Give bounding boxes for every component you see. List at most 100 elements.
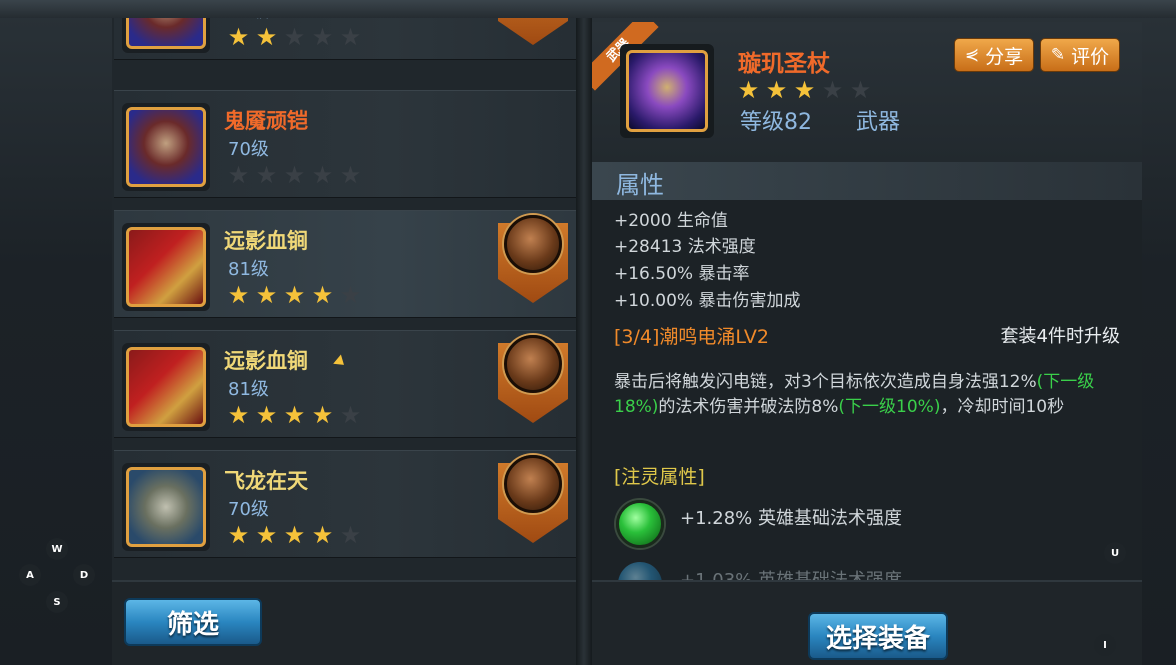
star-icon: ★ <box>283 23 306 51</box>
review-button[interactable]: ✎ 评价 <box>1040 38 1120 72</box>
item-icon-frame <box>122 463 210 551</box>
item-name: 远影血锏 <box>224 349 308 373</box>
detail-stars: ★ ★ ★ ★ ★ <box>736 78 873 102</box>
panel-divider <box>576 18 592 665</box>
list-item[interactable]: 远影血锏 81级 ★ ★ ★ ★ ★ <box>114 210 576 318</box>
key-hint-d: D <box>73 564 95 586</box>
star-icon: ★ <box>255 161 278 189</box>
medal-coin <box>504 215 562 273</box>
select-equipment-button[interactable]: 选择装备 <box>808 612 948 660</box>
list-item[interactable]: 飞龙在天 70级 ★ ★ ★ ★ ★ <box>114 450 576 558</box>
hero-medal-icon <box>498 215 568 305</box>
medal-coin <box>504 335 562 393</box>
equipment-list[interactable]: 70级★★★★★鬼魇顽铠70级★★★★★远影血锏81级★★★★★远影血锏81级★… <box>112 18 576 580</box>
item-name: 鬼魇顽铠 <box>224 109 308 133</box>
detail-header: 武器 璇玑圣杖 ★ ★ ★ ★ ★ 等级82 武器 ⋞ 分享 ✎ 评价 <box>592 22 1142 162</box>
item-level: 70级 <box>228 499 269 520</box>
mace-icon <box>126 227 206 307</box>
star-icon: ★ <box>283 281 306 309</box>
mace-icon <box>126 347 206 427</box>
detail-type: 武器 <box>856 110 901 135</box>
star-icon: ★ <box>283 401 306 429</box>
spirit-attribute: +1.28% 英雄基础法术强度 <box>680 508 902 529</box>
armor-icon <box>126 18 206 49</box>
item-stars: ★ ★ ★ ★ ★ <box>226 163 363 187</box>
star-icon: ★ <box>339 161 362 189</box>
top-rail <box>0 0 1176 18</box>
medal-coin <box>504 455 562 513</box>
hero-medal-icon <box>498 335 568 425</box>
set-desc-next-level: (下一级10%) <box>838 397 941 417</box>
star-icon: ★ <box>311 23 334 51</box>
share-icon: ⋞ <box>964 45 980 65</box>
blue-gem-icon <box>618 562 662 580</box>
star-icon: ★ <box>255 401 278 429</box>
star-icon: ★ <box>227 161 250 189</box>
star-icon: ★ <box>311 161 334 189</box>
star-icon: ★ <box>339 23 362 51</box>
item-icon-frame <box>122 223 210 311</box>
star-icon: ★ <box>339 521 362 549</box>
key-hint-u: U <box>1104 542 1126 564</box>
item-level: 70级 <box>228 139 269 160</box>
left-footer: 筛选 <box>112 580 576 665</box>
star-icon: ★ <box>849 76 872 104</box>
attributes-title: 属性 <box>616 171 664 199</box>
set-desc-part: 的法术伤害并破法防8% <box>658 397 839 417</box>
attr-line: +2000 生命值 <box>614 211 728 231</box>
attr-line: +10.00% 暴击伤害加成 <box>614 291 801 311</box>
star-icon: ★ <box>737 76 760 104</box>
list-item[interactable]: 70级★★★★★ <box>114 18 576 60</box>
item-stars: ★ ★ ★ ★ ★ <box>226 25 363 49</box>
item-stars: ★ ★ ★ ★ ★ <box>226 283 363 307</box>
star-icon: ★ <box>765 76 788 104</box>
detail-icon-frame <box>620 44 714 138</box>
share-button[interactable]: ⋞ 分享 <box>954 38 1034 72</box>
star-icon: ★ <box>227 521 250 549</box>
star-icon: ★ <box>311 281 334 309</box>
green-gem-icon <box>616 500 664 548</box>
detail-level: 等级82 <box>740 110 812 135</box>
staff-icon <box>626 50 708 132</box>
star-icon: ★ <box>227 401 250 429</box>
star-icon: ★ <box>339 281 362 309</box>
list-item[interactable]: 远影血锏 81级 ★ ★ ★ ★ ★ <box>114 330 576 438</box>
item-name: 远影血锏 <box>224 229 308 253</box>
share-label: 分享 <box>985 45 1024 68</box>
key-hint-i: I <box>1094 634 1116 656</box>
star-icon: ★ <box>227 23 250 51</box>
star-icon: ★ <box>793 76 816 104</box>
item-stars: ★ ★ ★ ★ ★ <box>226 523 363 547</box>
star-icon: ★ <box>821 76 844 104</box>
star-icon: ★ <box>255 281 278 309</box>
detail-name: 璇玑圣杖 <box>738 51 830 77</box>
set-desc-part: ，冷却时间10秒 <box>940 397 1065 417</box>
star-icon: ★ <box>283 521 306 549</box>
star-icon: ★ <box>227 281 250 309</box>
item-icon-frame <box>122 343 210 431</box>
item-icon-frame <box>122 103 210 191</box>
filter-button[interactable]: 筛选 <box>124 598 262 646</box>
list-item[interactable]: 鬼魇顽铠 70级 ★ ★ ★ ★ ★ <box>114 90 576 198</box>
star-icon: ★ <box>255 23 278 51</box>
equipment-detail: 武器 璇玑圣杖 ★ ★ ★ ★ ★ 等级82 武器 ⋞ 分享 ✎ 评价 属性 +2000… <box>592 22 1142 580</box>
spirit-attribute: +1.03% 英雄基础法术强度 <box>680 566 902 580</box>
set-title: [3/4]潮鸣电涌LV2 <box>614 326 769 348</box>
medal-shield <box>498 18 568 45</box>
star-icon: ★ <box>255 521 278 549</box>
hero-medal-icon <box>498 18 568 47</box>
edit-icon: ✎ <box>1050 45 1066 65</box>
item-level: 81级 <box>228 379 269 400</box>
key-hint-s: S <box>46 591 68 613</box>
armor-icon <box>126 107 206 187</box>
star-icon: ★ <box>283 161 306 189</box>
key-hint-w: W <box>46 538 68 560</box>
set-desc-part: 暴击后将触发闪电链，对3个目标依次造成自身法强12% <box>614 372 1037 392</box>
shield-icon <box>126 467 206 547</box>
key-hint-a: A <box>19 564 41 586</box>
attr-line: +28413 法术强度 <box>614 237 756 257</box>
right-footer: 选择装备 <box>592 580 1142 665</box>
hero-medal-icon <box>498 455 568 545</box>
item-level: 81级 <box>228 259 269 280</box>
item-name: 飞龙在天 <box>224 469 308 493</box>
